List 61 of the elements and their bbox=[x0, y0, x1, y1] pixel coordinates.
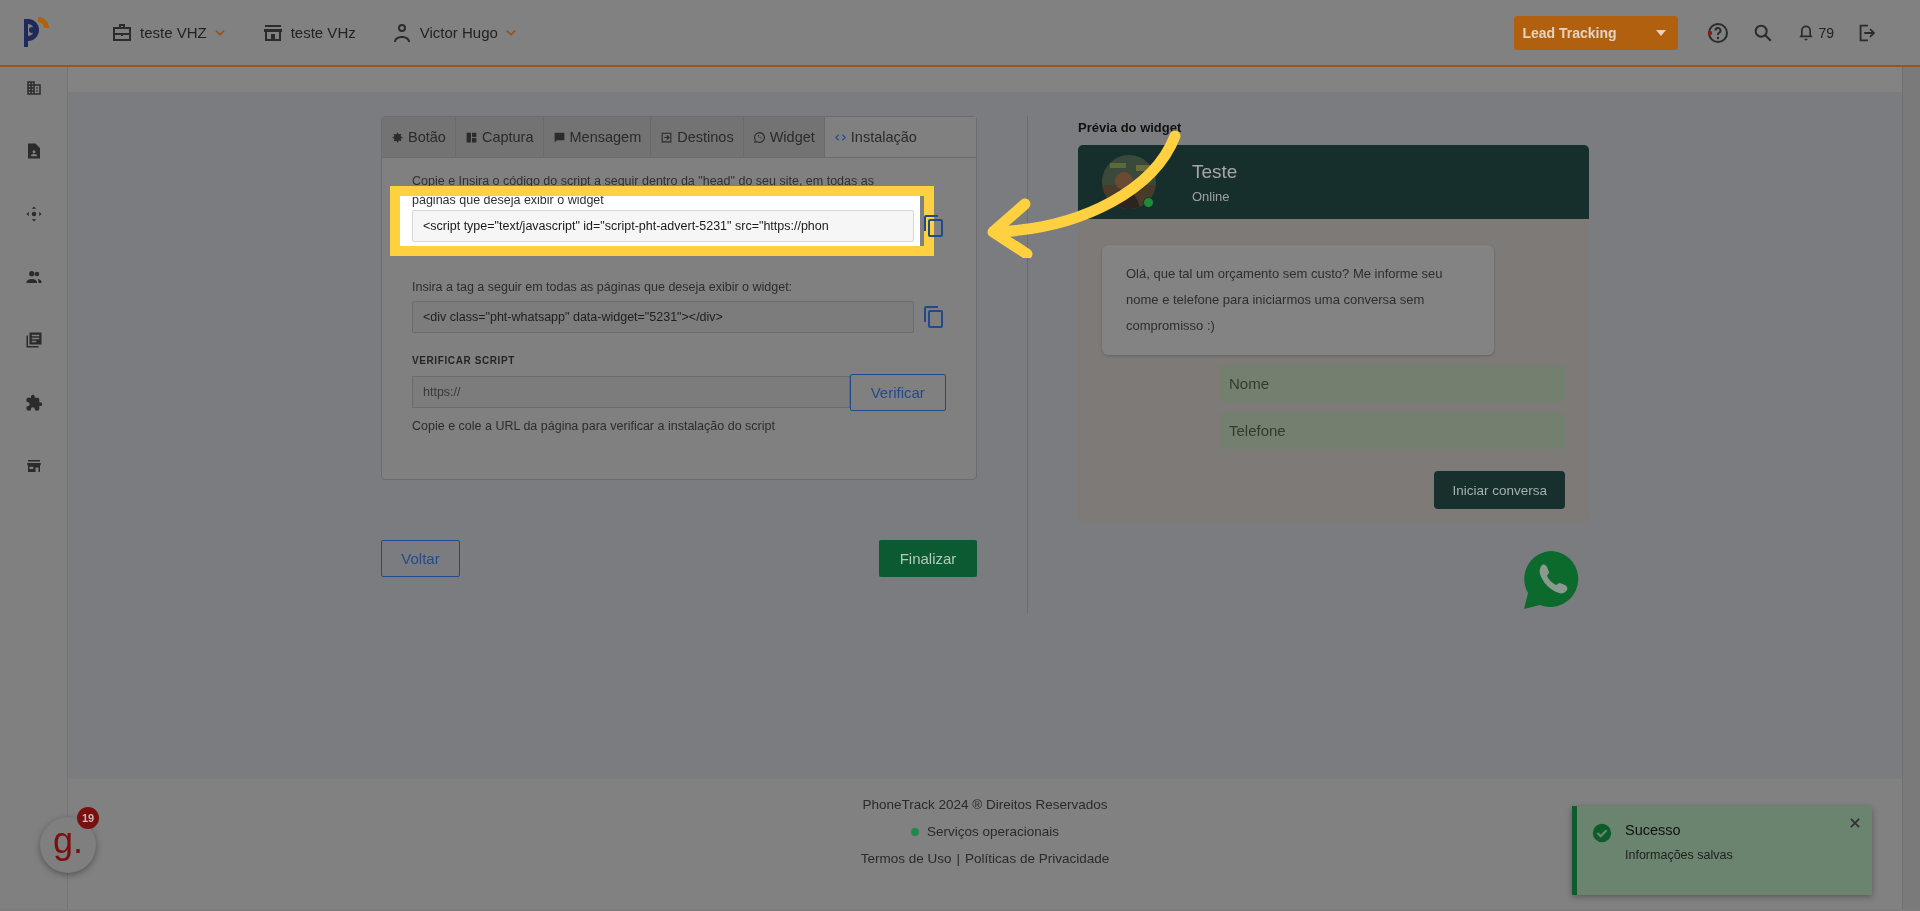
close-icon bbox=[1848, 816, 1862, 830]
sidebar-item[interactable] bbox=[24, 268, 43, 286]
help-button[interactable] bbox=[1706, 20, 1731, 45]
building-icon bbox=[24, 79, 43, 97]
status-dot bbox=[910, 827, 919, 836]
caret-icon bbox=[1656, 29, 1667, 36]
copy-icon bbox=[922, 214, 946, 238]
helper-text: Copie e cole a URL da página para verificar a instalação do script bbox=[412, 419, 776, 433]
sidebar-item[interactable] bbox=[24, 394, 43, 412]
copyright-text: PhoneTrack 2024 ® Direitos Reservados bbox=[862, 797, 1108, 812]
sidebar-item[interactable] bbox=[24, 205, 43, 223]
url-field[interactable]: https:// bbox=[412, 376, 850, 408]
puzzle-icon bbox=[24, 394, 43, 412]
close-button[interactable] bbox=[1848, 816, 1862, 830]
finish-button[interactable]: Finalizar bbox=[879, 540, 977, 577]
workspace-menu[interactable]: teste VHZ bbox=[110, 20, 227, 45]
section-title: VERIFICAR SCRIPT bbox=[412, 355, 516, 366]
store-menu[interactable]: teste VHz bbox=[260, 20, 356, 45]
chat-input-field[interactable]: Telefone bbox=[1219, 412, 1565, 449]
check-circle-icon bbox=[1591, 822, 1613, 844]
script-code-field[interactable]: <script type="text/javascript" id="script-pht-advert-5231" src="https://phon bbox=[412, 210, 914, 242]
tab[interactable]: Captura bbox=[455, 117, 544, 157]
help-icon bbox=[1706, 20, 1731, 45]
tab[interactable]: Widget bbox=[743, 117, 825, 157]
verify-button[interactable]: Verificar bbox=[849, 374, 946, 411]
copy-button[interactable] bbox=[922, 214, 946, 238]
copy-icon bbox=[922, 305, 946, 329]
back-button[interactable]: Voltar bbox=[381, 540, 460, 577]
message-icon bbox=[552, 130, 566, 144]
tag-code-field[interactable]: <div class="pht-whatsapp" data-widget="5231"></div> bbox=[412, 301, 914, 333]
toast-message: Informações salvas bbox=[1625, 848, 1733, 862]
contact-name: Teste bbox=[1192, 160, 1238, 183]
gear-icon bbox=[391, 130, 404, 144]
scrollbar[interactable] bbox=[1902, 67, 1920, 909]
sidebar-item[interactable] bbox=[24, 79, 43, 97]
privacy-link[interactable]: Políticas de Privacidade bbox=[965, 851, 1110, 866]
toast-title: Sucesso bbox=[1625, 822, 1682, 838]
move-icon bbox=[24, 205, 43, 223]
chat-message: Olá, que tal um orçamento sem custo? Me informe seu nome e telefone para iniciarmos uma conversa sem compromisso :) bbox=[1102, 245, 1494, 355]
grid-icon bbox=[464, 130, 478, 144]
notifications-button[interactable]: 79 bbox=[1796, 22, 1834, 43]
whatsapp-icon bbox=[752, 130, 766, 144]
user-menu[interactable]: Victor Hugo bbox=[389, 20, 518, 45]
status-text: Serviços operacionais bbox=[926, 824, 1060, 839]
preview-title: Prévia do widget bbox=[1078, 120, 1183, 135]
start-chat-button[interactable]: Iniciar conversa bbox=[1434, 471, 1565, 509]
sidebar-item[interactable] bbox=[24, 331, 43, 349]
library-icon bbox=[24, 331, 43, 349]
instruction-text: Insira a tag a seguir em todas as páginas que deseja exibir o widget: bbox=[412, 280, 794, 294]
people-icon bbox=[24, 268, 43, 286]
tab[interactable]: Destinos bbox=[651, 117, 744, 157]
product-dropdown[interactable]: Lead Tracking bbox=[1514, 15, 1679, 50]
chat-input-field[interactable]: Nome bbox=[1219, 365, 1565, 402]
terms-link[interactable]: Termos de Uso bbox=[860, 851, 952, 866]
arrow-in-icon bbox=[660, 130, 674, 144]
store-icon bbox=[24, 457, 43, 475]
sidebar-item[interactable] bbox=[24, 457, 43, 475]
tab[interactable]: Mensagem bbox=[543, 117, 652, 157]
link-separator: | bbox=[956, 851, 961, 866]
contact-status: Online bbox=[1192, 188, 1231, 204]
tab[interactable]: Botão bbox=[382, 117, 456, 157]
